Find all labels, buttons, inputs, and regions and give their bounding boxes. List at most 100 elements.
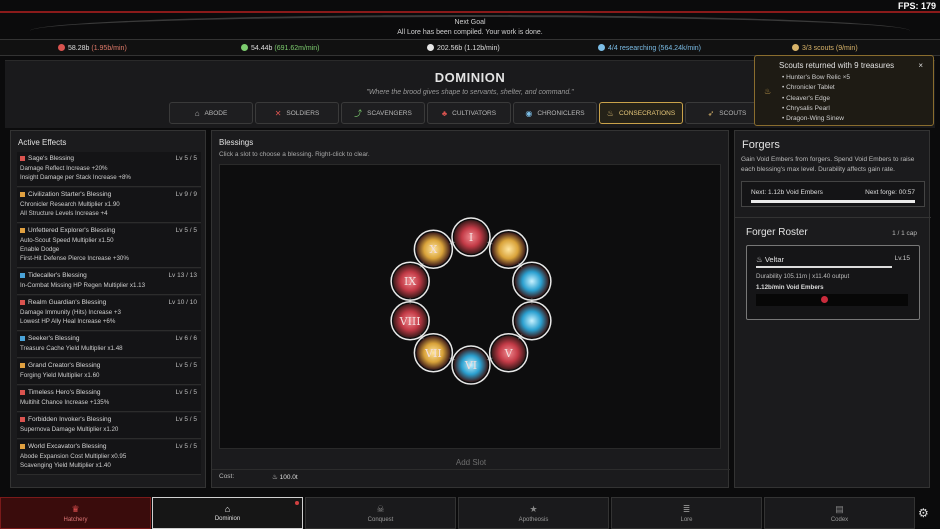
panel-title: Blessings	[219, 138, 254, 147]
house-icon: ⌂	[224, 504, 231, 514]
effect-name: Seeker's Blessing	[20, 335, 79, 342]
slot-label: VI	[464, 359, 477, 372]
blessing-slot-9[interactable]: IX	[390, 261, 430, 301]
blessing-slot-2[interactable]	[488, 229, 529, 269]
effect-name: Grand Creator's Blessing	[20, 362, 100, 369]
nav-apotheosis[interactable]: ★ Apotheosis	[458, 497, 609, 529]
effect-color-icon	[20, 300, 25, 305]
blessing-slot-1[interactable]: I	[451, 217, 491, 257]
ember-icon: ♨	[756, 255, 765, 264]
tab-consecrations[interactable]: ♨ CONSECRATIONS	[599, 102, 683, 124]
effect-level: Lv 5 / 5	[175, 389, 197, 396]
flame-icon: ♨	[606, 108, 614, 118]
effect-color-icon	[20, 390, 25, 395]
effect-line: Scavenging Yield Multiplier x1.40	[20, 462, 111, 469]
forger-card[interactable]: ♨ Veltar Lv.15 Durability 105.11m | x11.…	[746, 245, 920, 320]
panel-title: Active Effects	[18, 138, 67, 147]
resource-flame: 58.28b (1.95b/min)	[58, 44, 127, 52]
tab-cultivators[interactable]: ♣ CULTIVATORS	[427, 102, 511, 124]
tab-chroniclers[interactable]: ◉ CHRONICLERS	[513, 102, 597, 124]
slot-label: X	[429, 243, 437, 256]
active-effects-panel: Active Effects Sage's Blessing Lv 5 / 5 Da…	[10, 130, 206, 488]
toast-title: Scouts returned with 9 treasures	[779, 61, 895, 70]
effect-line: Supernova Damage Multiplier x1.20	[20, 426, 119, 433]
effect-row: Timeless Hero's Blessing Lv 5 / 5 Multihit…	[17, 386, 201, 412]
top-accent-line	[0, 11, 940, 13]
effect-row: Seeker's Blessing Lv 6 / 6 Treasure Cache …	[17, 332, 201, 358]
effect-color-icon	[20, 336, 25, 341]
add-slot-button[interactable]: Add Slot	[212, 458, 730, 467]
effect-level: Lv 10 / 10	[168, 299, 197, 306]
divider	[735, 217, 931, 218]
ember-icon: ♨	[272, 474, 280, 481]
forger-rate: 1.12b/min Void Embers	[756, 284, 824, 291]
nav-codex[interactable]: ▤ Codex	[764, 497, 915, 529]
slot-label: I	[469, 231, 473, 244]
blessing-slot-10[interactable]: X	[413, 229, 454, 269]
list-item: • Cleaver's Edge	[782, 94, 830, 102]
effect-row: Realm Guardian's Blessing Lv 10 / 10 Damag…	[17, 296, 201, 331]
tab-abode[interactable]: ⌂ ABODE	[169, 102, 253, 124]
effect-color-icon	[20, 417, 25, 422]
toast-list: • Hunter's Bow Relic ×5 • Chronicler Tab…	[782, 73, 850, 124]
tab-soldiers[interactable]: ✕ SOLDIERS	[255, 102, 339, 124]
status-indicator	[821, 296, 828, 303]
tab-scavengers[interactable]: ⤴ SCAVENGERS	[341, 102, 425, 124]
effect-row: Civilization Starter's Blessing Lv 9 / 9 C…	[17, 188, 201, 223]
blessing-slot-4[interactable]	[512, 301, 552, 341]
effect-name: Sage's Blessing	[20, 155, 74, 162]
eye-icon	[598, 44, 605, 51]
effect-name: Realm Guardian's Blessing	[20, 299, 106, 306]
next-goal-text: All Lore has been compiled. Your work is…	[397, 29, 543, 36]
scouts-toast: ♨ Scouts returned with 9 treasures × • H…	[754, 55, 934, 126]
effect-line: Insight Damage per Stack Increase +8%	[20, 174, 131, 181]
effect-line: Treasure Cache Yield Multiplier x1.48	[20, 345, 123, 352]
nav-dominion[interactable]: ⌂ Dominion	[152, 497, 303, 529]
effect-name: Timeless Hero's Blessing	[20, 389, 101, 396]
panel-title: Forgers	[742, 139, 780, 151]
forgers-description: Gain Void Embers from forgers. Spend Voi…	[741, 156, 915, 173]
effect-line: First-Hit Defense Pierce Increase +30%	[20, 255, 129, 262]
leaf-icon	[241, 44, 248, 51]
book-icon: ▤	[835, 503, 844, 514]
effect-name: World Excavator's Blessing	[20, 443, 106, 450]
nav-conquest[interactable]: ☠ Conquest	[305, 497, 456, 529]
effect-line: Enable Dodge	[20, 246, 60, 253]
list-item: • Hunter's Bow Relic ×5	[782, 74, 851, 81]
effect-name: Tidecaller's Blessing	[20, 272, 87, 279]
blessing-slot-7[interactable]: VII	[413, 333, 454, 373]
root-icon: ♣	[441, 108, 448, 118]
notification-dot	[295, 501, 299, 505]
effect-line: Multihit Chance Increase +135%	[20, 399, 110, 406]
pick-icon: ⤴	[354, 108, 363, 118]
roster-cap: 1 / 1 cap	[892, 230, 917, 237]
effect-row: Grand Creator's Blessing Lv 5 / 5 Forging …	[17, 359, 201, 385]
effect-line: In-Combat Missing HP Regen Multiplier x1…	[20, 282, 146, 289]
blessing-slot-8[interactable]: VIII	[390, 301, 430, 341]
next-goal-label: Next Goal	[454, 19, 486, 26]
nav-lore[interactable]: ≣ Lore	[611, 497, 762, 529]
effect-color-icon	[20, 444, 25, 449]
star-icon: ★	[529, 503, 538, 514]
effect-line: Damage Immunity (Hits) Increase +3	[20, 309, 121, 316]
scout-icon: ➶	[707, 108, 715, 118]
blessings-hint: Click a slot to choose a blessing. Right…	[219, 151, 370, 158]
gear-icon[interactable]: ⚙	[918, 506, 929, 520]
effect-line: Auto-Scout Speed Multiplier x1.50	[20, 237, 114, 244]
effect-color-icon	[20, 363, 25, 368]
next-forge-box: Next: 1.12b Void Embers Next forge: 00:5…	[741, 181, 925, 207]
effect-line: Damage Reflect Increase +20%	[20, 165, 108, 172]
effect-level: Lv 5 / 5	[175, 416, 197, 423]
slot-label: VIII	[399, 315, 421, 328]
swords-icon: ✕	[274, 108, 282, 118]
effect-row: Forbidden Invoker's Blessing Lv 5 / 5 Supe…	[17, 413, 201, 439]
blessing-slot-6[interactable]: VI	[451, 345, 491, 385]
blessing-slot-3[interactable]	[512, 261, 552, 301]
nav-hatchery[interactable]: ♛ Hatchery	[0, 497, 151, 529]
effect-line: Chronicler Research Multiplier x1.90	[20, 201, 120, 208]
forgers-panel: Forgers Gain Void Embers from forgers. S…	[734, 130, 931, 488]
effect-color-icon	[20, 273, 25, 278]
blessing-slot-5[interactable]: V	[488, 333, 529, 373]
close-icon[interactable]: ×	[918, 61, 923, 70]
effect-row: Unfettered Explorer's Blessing Lv 5 / 5 Au…	[17, 224, 201, 268]
